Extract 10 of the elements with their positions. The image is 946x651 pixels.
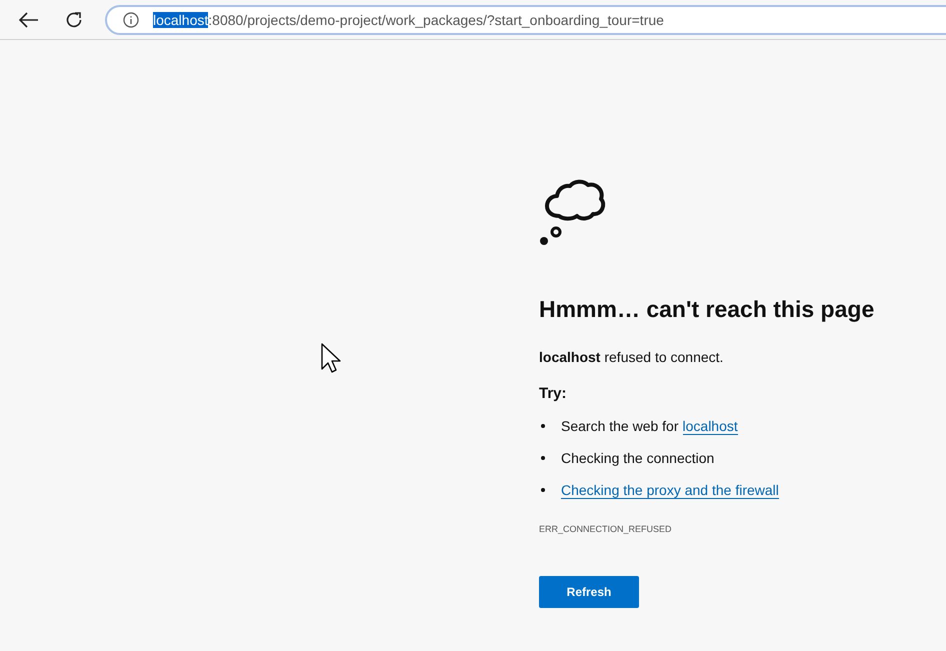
suggestion-text: Search the web for xyxy=(561,418,679,434)
suggestion-text: Checking the connection xyxy=(561,450,714,466)
suggestion-link[interactable]: Checking the proxy and the firewall xyxy=(561,482,779,498)
error-title: Hmmm… can't reach this page xyxy=(539,296,874,323)
address-bar[interactable]: localhost:8080/projects/demo-project/work_packages/?start_onboarding_tour=true xyxy=(105,4,946,34)
refresh-button[interactable]: Refresh xyxy=(539,576,639,608)
error-code: ERR_CONNECTION_REFUSED xyxy=(539,524,672,534)
try-heading: Try: xyxy=(539,385,567,402)
suggestion-link[interactable]: localhost xyxy=(682,418,738,434)
error-message: localhost refused to connect. xyxy=(539,349,724,365)
